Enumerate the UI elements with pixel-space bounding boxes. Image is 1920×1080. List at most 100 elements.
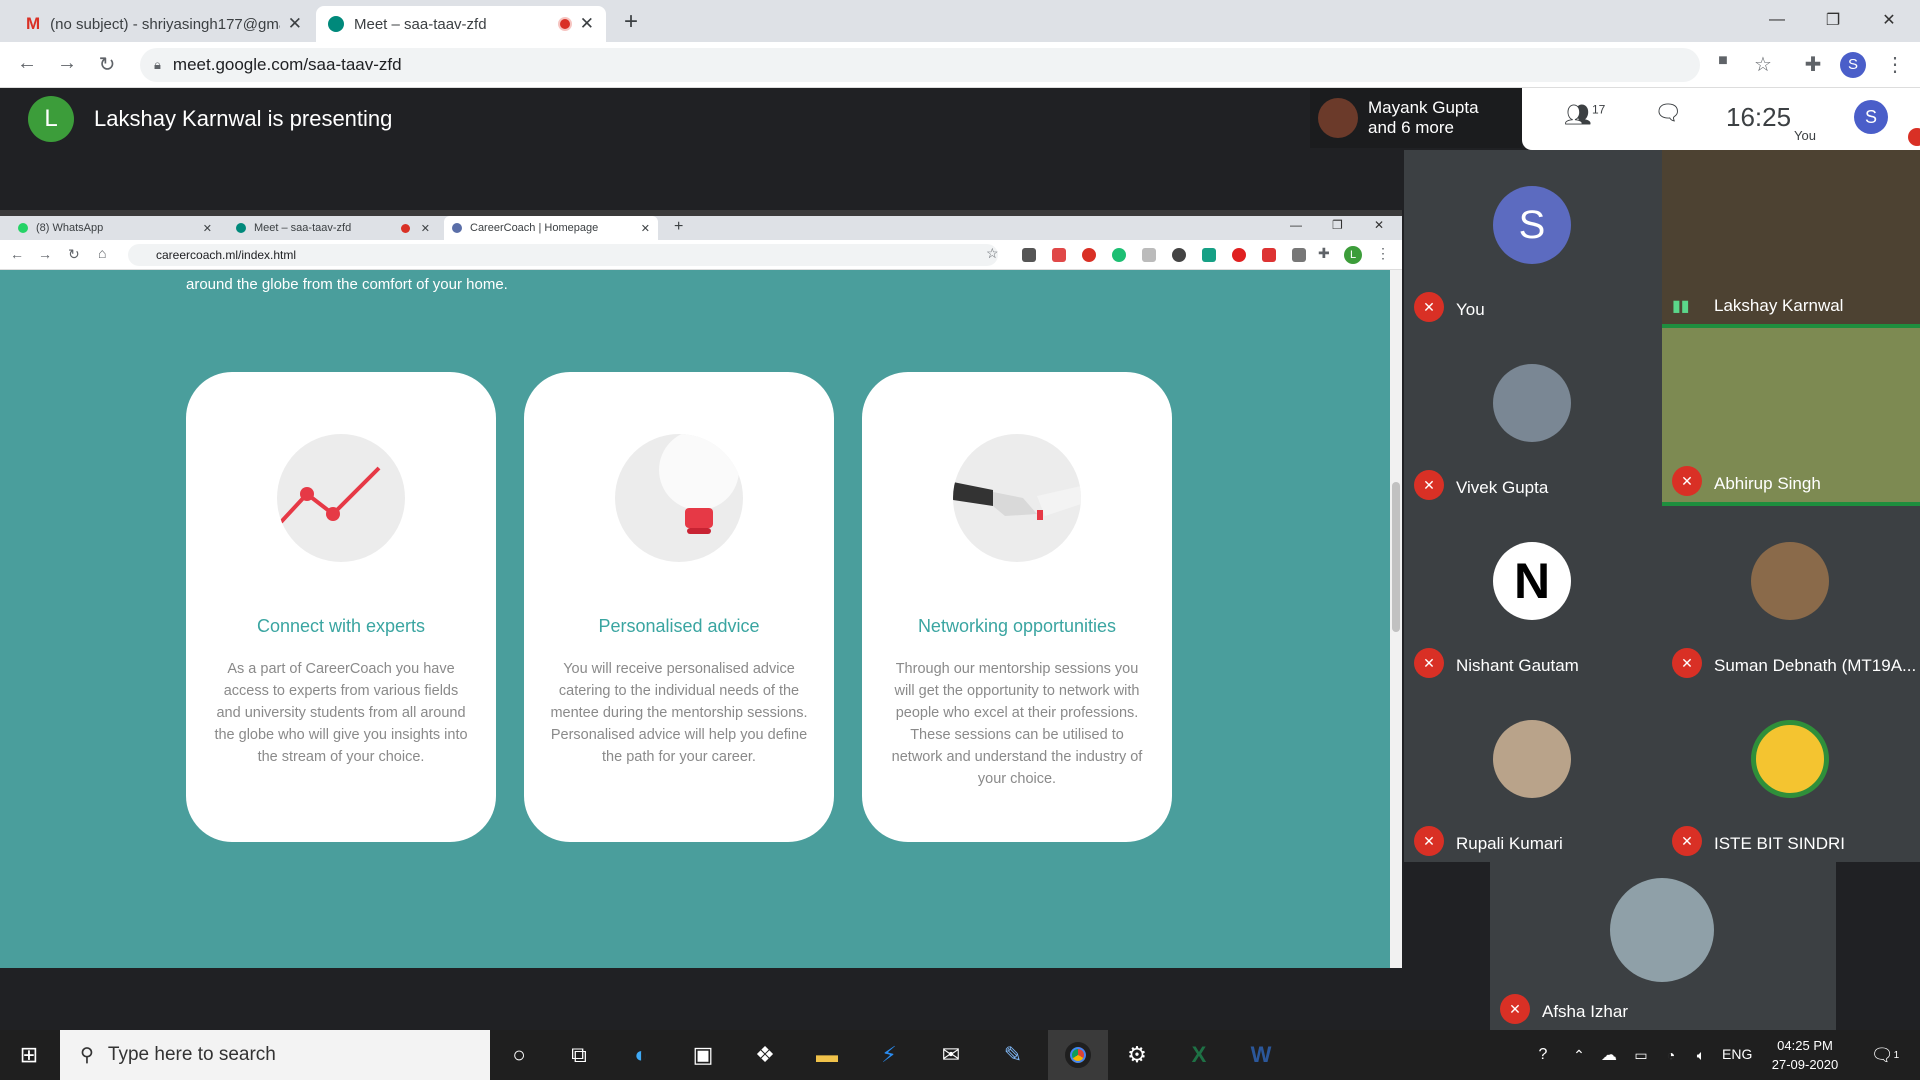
reload-icon[interactable]: ↻ xyxy=(94,52,120,77)
search-placeholder: Type here to search xyxy=(107,1044,276,1065)
participant-name: ISTE BIT SINDRI xyxy=(1714,834,1845,853)
profile-avatar[interactable]: S xyxy=(1840,52,1866,78)
new-tab-icon: + xyxy=(674,218,684,235)
close-icon: ✕ xyxy=(202,222,212,235)
participant-tile[interactable]: ▮▮ Lakshay Karnwal xyxy=(1662,150,1920,328)
participant-name: Lakshay Karnwal xyxy=(1714,296,1844,315)
participant-tile[interactable]: ✕ Vivek Gupta xyxy=(1404,328,1662,506)
forward-icon[interactable]: → xyxy=(54,52,80,75)
extensions-icon[interactable]: ✚ xyxy=(1800,52,1826,77)
participant-tile[interactable]: ✕ ISTE BIT SINDRI xyxy=(1662,684,1920,862)
participant-tile[interactable]: ✕ Afsha Izhar xyxy=(1490,856,1836,1030)
mail-icon[interactable]: ✉ xyxy=(934,1038,968,1072)
dropbox-icon[interactable]: ❖ xyxy=(748,1038,782,1072)
meet-icon xyxy=(236,223,246,233)
word-icon[interactable]: W xyxy=(1244,1038,1278,1072)
mic-off-icon: ✕ xyxy=(1414,826,1444,856)
careercoach-page: around the globe from the comfort of you… xyxy=(0,270,1390,968)
meet-icon xyxy=(328,16,344,32)
handshake-icon xyxy=(953,434,1081,562)
extensions-icon: ✚ xyxy=(1318,245,1330,261)
reload-icon: ↻ xyxy=(68,246,80,262)
participant-tile[interactable]: ✕ Rupali Kumari xyxy=(1404,684,1662,862)
tab-title: Meet – saa-taav-zfd xyxy=(354,15,487,33)
star-icon[interactable]: ☆ xyxy=(1750,52,1776,77)
store-icon[interactable]: ▣ xyxy=(686,1038,720,1072)
back-icon[interactable]: ← xyxy=(14,52,40,75)
meet-window: L Lakshay Karnwal is presenting Mayank G… xyxy=(0,88,1920,1030)
notification-count: 1 xyxy=(1893,1049,1900,1061)
close-icon[interactable]: ✕ xyxy=(288,14,302,34)
home-icon: ⌂ xyxy=(98,245,107,261)
participant-tile[interactable]: N ✕ Nishant Gautam xyxy=(1404,506,1662,684)
chat-icon[interactable]: 🗨︎ xyxy=(1654,100,1682,126)
file-explorer-icon[interactable]: ▬ xyxy=(810,1038,844,1072)
settings-icon[interactable]: ⚙ xyxy=(1120,1038,1154,1072)
excel-icon[interactable]: X xyxy=(1182,1038,1216,1072)
camera-icon[interactable]: ■ xyxy=(1710,52,1736,70)
edge-icon[interactable]: ◐ xyxy=(624,1038,658,1072)
tab-meet[interactable]: Meet – saa-taav-zfd ✕ xyxy=(316,6,606,42)
new-tab-button[interactable]: + xyxy=(624,8,638,36)
back-icon: ← xyxy=(10,246,24,262)
taskbar-clock[interactable]: 04:25 PM 27-09-2020 xyxy=(1770,1036,1840,1074)
task-view-icon[interactable]: ⧉ xyxy=(562,1038,596,1072)
url-field[interactable]: 🔒︎ meet.google.com/saa-taav-zfd xyxy=(140,48,1700,82)
card-description: As a part of CareerCoach you have access… xyxy=(214,661,468,765)
participant-name: You xyxy=(1456,300,1485,319)
participant-tile[interactable]: ✕ Abhirup Singh xyxy=(1662,328,1920,506)
profile-avatar: L xyxy=(1344,246,1362,264)
battery-icon[interactable]: ▭ xyxy=(1628,1038,1654,1072)
close-window-icon: ✕ xyxy=(1374,218,1385,232)
wifi-icon[interactable]: ◔ xyxy=(1658,1038,1684,1072)
presenting-text: Lakshay Karnwal is presenting xyxy=(94,106,393,131)
maximize-button[interactable]: ❐ xyxy=(1810,6,1856,34)
participant-name: Abhirup Singh xyxy=(1714,474,1821,493)
participant-name: Suman Debnath (MT19A... xyxy=(1714,656,1917,675)
paint-icon[interactable]: ✎ xyxy=(996,1038,1030,1072)
mic-off-icon: ✕ xyxy=(1672,466,1702,496)
lock-icon: 🔒︎ xyxy=(154,57,161,72)
taskbar: ⊞ ⚲ Type here to search ○ ⧉ ◐ ▣ ❖ ▬ ⚡︎ ✉… xyxy=(0,1030,1920,1080)
extension-icon xyxy=(1202,248,1216,262)
windows-start-icon[interactable]: ⊞ xyxy=(12,1038,46,1072)
participant-tile[interactable]: ✕ Suman Debnath (MT19A... xyxy=(1662,506,1920,684)
volume-icon[interactable]: 🔈︎ xyxy=(1688,1038,1714,1072)
cloud-icon[interactable]: ☁ xyxy=(1596,1038,1622,1072)
others-indicator[interactable]: Mayank Gupta and 6 more xyxy=(1310,88,1522,148)
graph-icon xyxy=(277,434,405,562)
app-icon[interactable]: ⚡︎ xyxy=(872,1038,906,1072)
participant-tile[interactable]: S ✕ You xyxy=(1404,150,1662,328)
tab-gmail[interactable]: M (no subject) - shriyasingh177@gmail.co… xyxy=(14,6,314,42)
cortana-icon[interactable]: ○ xyxy=(502,1038,536,1072)
extension-icon xyxy=(1022,248,1036,262)
lightbulb-icon xyxy=(615,434,743,562)
presenting-banner: L Lakshay Karnwal is presenting xyxy=(0,88,1310,150)
self-avatar[interactable]: S xyxy=(1854,100,1888,134)
shared-url-field: careercoach.ml/index.html xyxy=(128,244,998,266)
chrome-icon[interactable] xyxy=(1048,1030,1108,1080)
participant-avatar xyxy=(1610,878,1714,982)
meet-controls-panel: 👥︎17 🗨︎ 16:25 S You xyxy=(1522,88,1920,150)
card-title: Personalised advice xyxy=(598,616,760,636)
chevron-up-icon[interactable]: ⌃ xyxy=(1566,1038,1592,1072)
clock-date: 27-09-2020 xyxy=(1771,1057,1839,1072)
others-more: and 6 more xyxy=(1368,118,1454,137)
participant-avatar xyxy=(1751,720,1829,798)
taskbar-search[interactable]: ⚲ Type here to search xyxy=(60,1030,490,1080)
extension-icon xyxy=(1262,248,1276,262)
minimize-icon: — xyxy=(1290,218,1302,232)
participant-name: Afsha Izhar xyxy=(1542,1002,1628,1021)
menu-icon[interactable]: ⋮ xyxy=(1882,52,1908,77)
close-icon: ✕ xyxy=(640,222,650,235)
close-icon[interactable]: ✕ xyxy=(580,14,594,34)
people-icon[interactable]: 👥︎17 xyxy=(1564,102,1605,128)
participant-avatar xyxy=(1493,364,1571,442)
notification-icon[interactable]: 🗨︎ 1 xyxy=(1868,1038,1902,1072)
recording-icon xyxy=(557,17,572,31)
minimize-button[interactable]: — xyxy=(1754,6,1800,34)
language-indicator[interactable]: ENG xyxy=(1722,1046,1752,1062)
shared-address-bar: ← → ↻ ⌂ careercoach.ml/index.html ☆ ✚ L … xyxy=(0,240,1402,270)
help-icon[interactable]: ? xyxy=(1530,1038,1556,1072)
close-window-button[interactable]: ✕ xyxy=(1866,6,1912,34)
